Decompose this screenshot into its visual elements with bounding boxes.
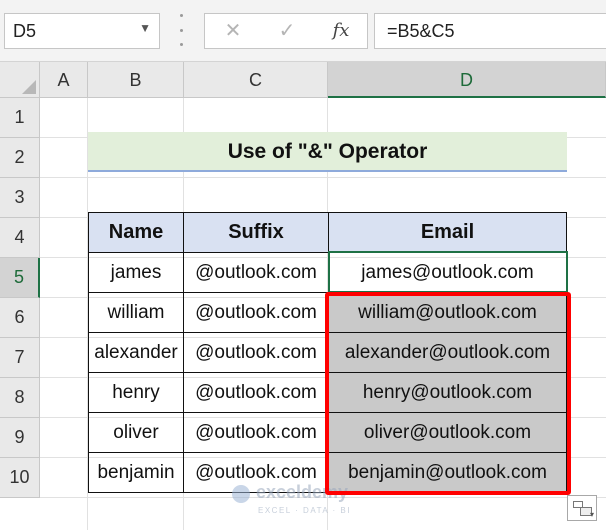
header-email[interactable]: Email (328, 212, 567, 253)
function-icon[interactable]: fx (321, 14, 361, 48)
table-cell-suffix[interactable]: @outlook.com (183, 372, 329, 413)
formula-bar: D5 ▼ ✕ ✓ fx =B5&C5 (0, 0, 606, 62)
table-cell-email[interactable]: oliver@outlook.com (328, 412, 567, 453)
column-header-c[interactable]: C (184, 62, 328, 98)
table-cell-suffix[interactable]: @outlook.com (183, 412, 329, 453)
watermark-tagline: EXCEL · DATA · BI (258, 506, 351, 515)
table-cell-name[interactable]: alexander (88, 332, 184, 373)
formula-bar-grip-icon[interactable] (178, 14, 184, 46)
cancel-icon[interactable]: ✕ (213, 14, 253, 48)
sheet-title[interactable]: Use of "&" Operator (88, 132, 567, 172)
column-header-d[interactable]: D (328, 62, 606, 98)
table-cell-suffix[interactable]: @outlook.com (183, 332, 329, 373)
gridline (40, 497, 606, 498)
table-cell-email[interactable]: henry@outlook.com (328, 372, 567, 413)
chevron-down-icon[interactable]: ▼ (139, 21, 151, 35)
formula-input[interactable]: =B5&C5 (374, 13, 606, 49)
row-header-9[interactable]: 9 (0, 418, 40, 458)
table-cell-email[interactable]: william@outlook.com (328, 292, 567, 333)
enter-icon[interactable]: ✓ (267, 14, 307, 48)
row-header-1[interactable]: 1 (0, 98, 40, 138)
row-header-6[interactable]: 6 (0, 298, 40, 338)
column-header-b[interactable]: B (88, 62, 184, 98)
header-name[interactable]: Name (88, 212, 184, 253)
table-cell-email[interactable]: alexander@outlook.com (328, 332, 567, 373)
table-cell-name[interactable]: william (88, 292, 184, 333)
table-cell-name[interactable]: oliver (88, 412, 184, 453)
name-box[interactable]: D5 ▼ (4, 13, 160, 49)
table-cell-email[interactable]: benjamin@outlook.com (328, 452, 567, 493)
table-cell-suffix[interactable]: @outlook.com (183, 452, 329, 493)
gridline (40, 177, 606, 178)
table-cell-suffix[interactable]: @outlook.com (183, 292, 329, 333)
quick-analysis-icon[interactable]: ▾ (567, 495, 597, 521)
table-cell-name[interactable]: henry (88, 372, 184, 413)
row-header-8[interactable]: 8 (0, 378, 40, 418)
table-cell-name[interactable]: james (88, 252, 184, 293)
row-header-2[interactable]: 2 (0, 138, 40, 178)
row-header-4[interactable]: 4 (0, 218, 40, 258)
header-suffix[interactable]: Suffix (183, 212, 329, 253)
formula-buttons: ✕ ✓ fx (204, 13, 368, 49)
column-header-a[interactable]: A (40, 62, 88, 98)
name-box-value: D5 (13, 21, 37, 41)
formula-text: =B5&C5 (387, 21, 455, 41)
table-cell-email[interactable]: james@outlook.com (328, 252, 567, 293)
row-header-5[interactable]: 5 (0, 258, 40, 298)
table-cell-name[interactable]: benjamin (88, 452, 184, 493)
table-cell-suffix[interactable]: @outlook.com (183, 252, 329, 293)
row-header-3[interactable]: 3 (0, 178, 40, 218)
worksheet-grid: A B C D 1 2 3 4 5 6 7 8 9 10 Use of "&" … (0, 62, 606, 530)
select-all-icon[interactable] (0, 62, 40, 98)
row-header-10[interactable]: 10 (0, 458, 40, 498)
row-header-7[interactable]: 7 (0, 338, 40, 378)
